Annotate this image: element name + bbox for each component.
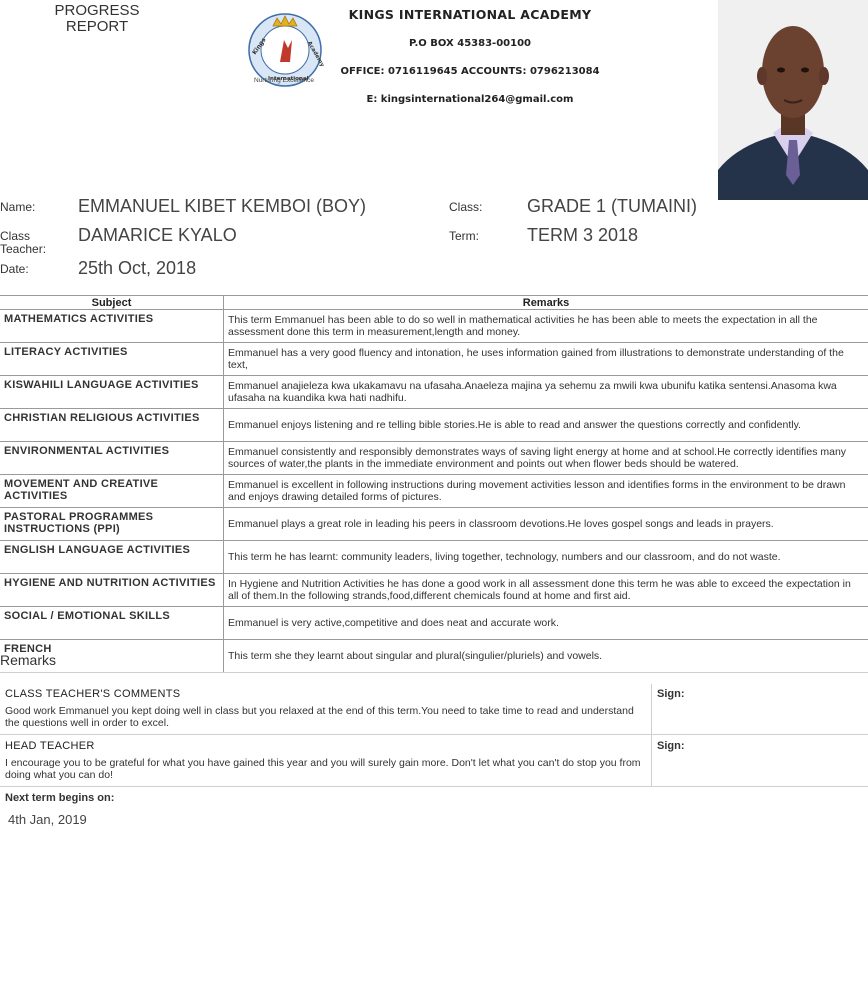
table-row: KISWAHILI LANGUAGE ACTIVITIES Emmanuel an… xyxy=(0,375,868,409)
term-value: TERM 3 2018 xyxy=(527,225,639,245)
table-row: MATHEMATICS ACTIVITIES This term Emmanuel… xyxy=(0,309,868,343)
head-teacher-sign-label: Sign: xyxy=(657,740,685,752)
document-title-line1: PROGRESS xyxy=(54,2,140,19)
subject-cell: CHRISTIAN RELIGIOUS ACTIVITIES xyxy=(0,408,224,442)
student-class: GRADE 1 (TUMAINI) xyxy=(527,196,698,216)
remark-cell: Emmanuel enjoys listening and re telling… xyxy=(223,408,868,442)
table-row: MOVEMENT AND CREATIVE ACTIVITIES Emmanuel… xyxy=(0,474,868,508)
class-teacher-sign-divider xyxy=(651,684,652,734)
logo-caption: Nurturing Excellence xyxy=(254,77,314,84)
subject-cell: PASTORAL PROGRAMMES INSTRUCTIONS (PPI) xyxy=(0,507,224,541)
student-name: EMMANUEL KIBET KEMBOI (BOY) xyxy=(78,196,367,216)
table-row: PASTORAL PROGRAMMES INSTRUCTIONS (PPI) Em… xyxy=(0,507,868,541)
subject-cell: MATHEMATICS ACTIVITIES xyxy=(0,309,224,343)
date-label: Date: xyxy=(0,262,29,276)
table-row: CHRISTIAN RELIGIOUS ACTIVITIES Emmanuel e… xyxy=(0,408,868,442)
class-teacher-comment: Good work Emmanuel you kept doing well i… xyxy=(5,705,634,729)
head-teacher-sign-divider xyxy=(651,735,652,786)
class-label: Class: xyxy=(449,200,483,214)
school-email: E: kingsinternational264@gmail.com xyxy=(366,94,574,105)
subjects-table: Subject Remarks MATHEMATICS ACTIVITIES Th… xyxy=(0,295,868,673)
remarks-heading: Remarks xyxy=(0,652,57,668)
table-row: LITERACY ACTIVITIES Emmanuel has a very g… xyxy=(0,342,868,376)
subject-cell: MOVEMENT AND CREATIVE ACTIVITIES xyxy=(0,474,224,508)
class-teacher-name: DAMARICE KYALO xyxy=(78,225,237,245)
remarks-column-header: Remarks xyxy=(223,295,868,310)
remark-cell: Emmanuel consistently and responsibly de… xyxy=(223,441,868,475)
table-row: HYGIENE AND NUTRITION ACTIVITIES In Hygie… xyxy=(0,573,868,607)
class-teacher-sign-label: Sign: xyxy=(657,688,685,700)
school-po-box: P.O BOX 45383-00100 xyxy=(409,38,531,49)
class-teacher-label-line2: Teacher: xyxy=(0,242,47,256)
next-term-label: Next term begins on: xyxy=(5,792,115,804)
term-label: Term: xyxy=(449,229,479,243)
class-teacher-comments-title: CLASS TEACHER'S COMMENTS xyxy=(5,688,181,700)
subject-cell: LITERACY ACTIVITIES xyxy=(0,342,224,376)
school-name: KINGS INTERNATIONAL ACADEMY xyxy=(348,7,592,22)
report-date: 25th Oct, 2018 xyxy=(78,258,197,278)
subject-cell: KISWAHILI LANGUAGE ACTIVITIES xyxy=(0,375,224,409)
table-row: ENVIRONMENTAL ACTIVITIES Emmanuel consist… xyxy=(0,441,868,475)
table-row: SOCIAL / EMOTIONAL SKILLS Emmanuel is ver… xyxy=(0,606,868,640)
head-teacher-comment: I encourage you to be grateful for what … xyxy=(5,757,641,781)
subject-cell: ENGLISH LANGUAGE ACTIVITIES xyxy=(0,540,224,574)
table-row: ENGLISH LANGUAGE ACTIVITIES This term he … xyxy=(0,540,868,574)
table-row: FRENCH This term she they learnt about si… xyxy=(0,639,868,673)
remark-cell: Emmanuel is excellent in following instr… xyxy=(223,474,868,508)
document-title-line2: REPORT xyxy=(65,18,129,35)
comment-divider xyxy=(0,734,868,735)
subject-cell: HYGIENE AND NUTRITION ACTIVITIES xyxy=(0,573,224,607)
school-phones: OFFICE: 0716119645 ACCOUNTS: 0796213084 xyxy=(340,66,600,77)
student-photo xyxy=(718,0,868,200)
subject-column-header: Subject xyxy=(0,295,224,310)
comment-divider xyxy=(0,786,868,787)
remarks-divider xyxy=(0,672,868,673)
table-header-row: Subject Remarks xyxy=(0,295,868,310)
remark-cell: Emmanuel has a very good fluency and int… xyxy=(223,342,868,376)
head-teacher-title: HEAD TEACHER xyxy=(5,740,95,752)
remark-cell: Emmanuel plays a great role in leading h… xyxy=(223,507,868,541)
next-term-date: 4th Jan, 2019 xyxy=(8,812,87,827)
remark-cell: This term she they learnt about singular… xyxy=(223,639,868,673)
document-title: PROGRESS REPORT xyxy=(38,3,156,35)
remark-cell: Emmanuel is very active,competitive and … xyxy=(223,606,868,640)
name-label: Name: xyxy=(0,200,36,214)
remark-cell: This term he has learnt: community leade… xyxy=(223,540,868,574)
remark-cell: Emmanuel anajieleza kwa ukakamavu na ufa… xyxy=(223,375,868,409)
remark-cell: This term Emmanuel has been able to do s… xyxy=(223,309,868,343)
class-teacher-label: Class Teacher: xyxy=(0,230,46,256)
subject-cell: ENVIRONMENTAL ACTIVITIES xyxy=(0,441,224,475)
subject-cell: SOCIAL / EMOTIONAL SKILLS xyxy=(0,606,224,640)
remark-cell: In Hygiene and Nutrition Activities he h… xyxy=(223,573,868,607)
